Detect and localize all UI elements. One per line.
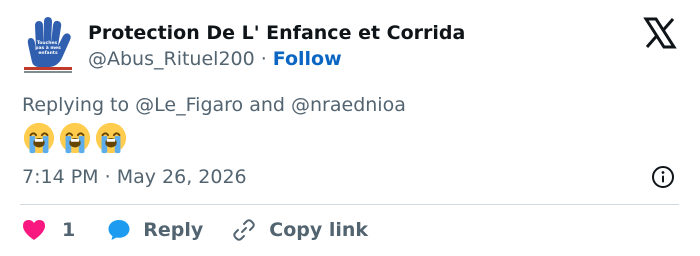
replying-to-prefix: Replying to bbox=[22, 94, 130, 116]
loudly-crying-face-icon bbox=[95, 122, 127, 154]
link-icon bbox=[233, 219, 255, 241]
follow-button[interactable]: Follow bbox=[273, 48, 342, 70]
handle-separator: · bbox=[260, 48, 267, 70]
tweet-actions: 1 Reply Copy link bbox=[22, 216, 368, 244]
author-handle-row: @Abus_Rituel200 · Follow bbox=[88, 48, 342, 70]
avatar-hand-image: Touches pas à mes enfants bbox=[20, 14, 76, 76]
divider bbox=[20, 204, 679, 205]
reply-label: Reply bbox=[143, 219, 204, 241]
svg-text:enfants: enfants bbox=[38, 50, 58, 56]
avatar[interactable]: Touches pas à mes enfants bbox=[20, 14, 76, 76]
tweet-timestamp[interactable]: 7:14 PM · May 26, 2026 bbox=[22, 166, 247, 188]
author-handle[interactable]: @Abus_Rituel200 bbox=[88, 48, 255, 70]
info-icon[interactable] bbox=[651, 165, 675, 189]
tweet-time: 7:14 PM bbox=[22, 166, 99, 188]
svg-text:pas à mes: pas à mes bbox=[35, 44, 61, 51]
tweet-text-emoji bbox=[22, 121, 128, 155]
copy-link-button[interactable]: Copy link bbox=[231, 217, 368, 243]
reply-mention-le-figaro[interactable]: @Le_Figaro bbox=[135, 94, 243, 116]
replying-to-and: and bbox=[249, 94, 285, 116]
replying-to-line: Replying to @Le_Figaro and @nraednioa bbox=[22, 94, 406, 116]
timestamp-separator: · bbox=[104, 166, 111, 188]
like-count: 1 bbox=[62, 219, 76, 241]
reply-button[interactable]: Reply bbox=[107, 218, 203, 242]
tweet-date: May 26, 2026 bbox=[116, 166, 247, 188]
heart-icon bbox=[23, 220, 45, 240]
reply-bubble-icon bbox=[108, 220, 130, 240]
like-button[interactable]: 1 bbox=[22, 219, 75, 241]
loudly-crying-face-icon bbox=[59, 122, 91, 154]
author-display-name[interactable]: Protection De L' Enfance et Corrida bbox=[88, 22, 465, 44]
copy-link-label: Copy link bbox=[269, 219, 369, 241]
reply-mention-nraednioa[interactable]: @nraednioa bbox=[291, 94, 406, 116]
loudly-crying-face-icon bbox=[23, 122, 55, 154]
x-logo-icon[interactable] bbox=[642, 15, 678, 51]
